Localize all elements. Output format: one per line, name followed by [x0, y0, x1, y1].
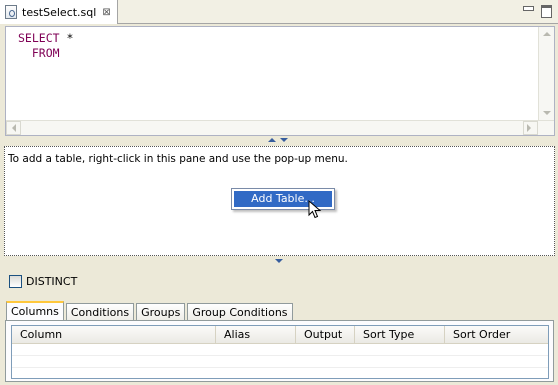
column-header-sort-type[interactable]: Sort Type: [355, 326, 445, 344]
sql-source-editor[interactable]: SELECT * FROM: [5, 26, 555, 136]
sash-down-arrow-icon[interactable]: [280, 138, 288, 142]
editor-tab[interactable]: testSelect.sql ⊠: [0, 0, 118, 24]
scroll-left-icon[interactable]: [12, 124, 16, 132]
sql-text: SELECT * FROM: [18, 31, 73, 61]
editor-tab-title: testSelect.sql: [22, 5, 97, 19]
maximize-icon[interactable]: [540, 4, 552, 18]
sash-down-arrow-icon[interactable]: [275, 259, 283, 263]
sash-up-arrow-icon[interactable]: [268, 138, 276, 142]
minimize-icon[interactable]: [522, 4, 534, 16]
sql-file-icon: [5, 5, 17, 19]
sql-keyword-from: FROM: [31, 46, 60, 60]
tab-columns[interactable]: Columns: [6, 301, 64, 322]
mouse-pointer-icon: [308, 200, 322, 219]
sash-top[interactable]: [268, 138, 288, 142]
window-controls: [522, 4, 552, 18]
columns-table[interactable]: Column Alias Output Sort Type Sort Order: [11, 325, 549, 379]
sql-keyword-select: SELECT: [18, 31, 60, 45]
horizontal-scrollbar[interactable]: [6, 120, 554, 135]
distinct-label: DISTINCT: [26, 275, 78, 288]
column-header-alias[interactable]: Alias: [216, 326, 296, 344]
table-header: Column Alias Output Sort Type Sort Order: [12, 326, 548, 344]
column-header-sort-order[interactable]: Sort Order: [445, 326, 548, 344]
vertical-scrollbar[interactable]: [538, 27, 554, 120]
distinct-option[interactable]: DISTINCT: [9, 275, 77, 288]
close-icon[interactable]: ⊠: [102, 7, 110, 18]
sql-select-list: *: [59, 31, 74, 45]
scroll-up-icon[interactable]: [543, 32, 551, 36]
scroll-down-icon[interactable]: [543, 111, 551, 115]
table-row[interactable]: [12, 344, 548, 356]
diagram-hint: To add a table, right-click in this pane…: [8, 153, 348, 165]
diagram-pane[interactable]: To add a table, right-click in this pane…: [4, 146, 555, 256]
column-header-column[interactable]: Column: [12, 326, 216, 344]
scroll-right-icon[interactable]: [527, 124, 531, 132]
columns-panel: Column Alias Output Sort Type Sort Order: [5, 320, 554, 382]
column-header-output[interactable]: Output: [296, 326, 355, 344]
editor-tab-bar: testSelect.sql ⊠: [0, 0, 558, 24]
distinct-checkbox[interactable]: [9, 275, 22, 288]
criteria-tabs: Columns Conditions Groups Group Conditio…: [6, 301, 295, 322]
table-row[interactable]: [12, 356, 548, 368]
